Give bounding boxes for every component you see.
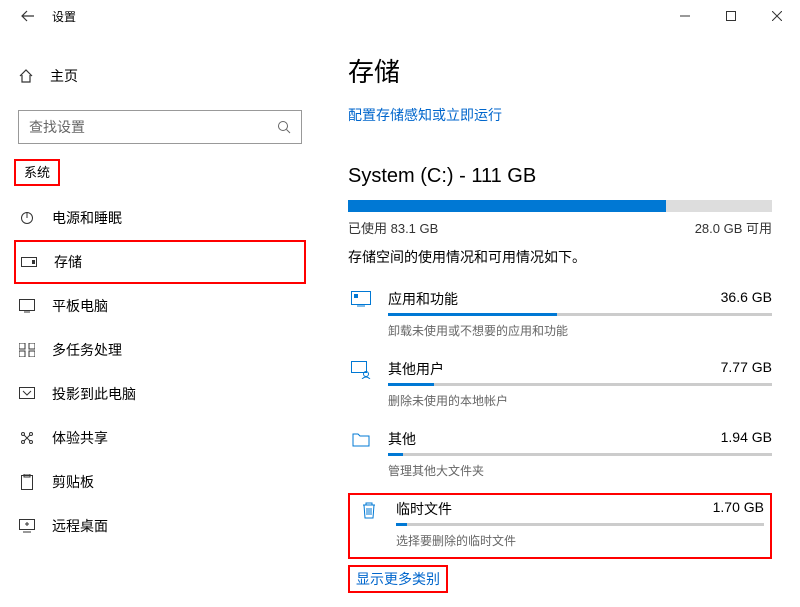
category-sub: 选择要删除的临时文件 [396, 532, 764, 549]
folder-icon [348, 429, 374, 447]
category-temp[interactable]: 临时文件 1.70 GB 选择要删除的临时文件 [356, 495, 764, 557]
category-other[interactable]: 其他 1.94 GB 管理其他大文件夹 [348, 423, 772, 493]
titlebar: 设置 [0, 0, 800, 32]
home-label: 主页 [50, 66, 78, 86]
category-size: 36.6 GB [721, 289, 772, 309]
storage-icon [20, 257, 38, 267]
category-sub: 管理其他大文件夹 [388, 462, 772, 479]
power-icon [18, 210, 36, 226]
category-other-users[interactable]: 其他用户 7.77 GB 删除未使用的本地帐户 [348, 353, 772, 423]
clipboard-icon [18, 474, 36, 490]
trash-icon [356, 499, 382, 519]
sidebar-item-label: 电源和睡眠 [52, 208, 122, 228]
close-button[interactable] [754, 0, 800, 32]
sidebar-item-label: 投影到此电脑 [52, 384, 136, 404]
apps-icon [348, 289, 374, 307]
sidebar-item-multitask[interactable]: 多任务处理 [0, 328, 320, 372]
sidebar-item-storage[interactable]: 存储 [16, 242, 304, 282]
page-title: 存储 [348, 52, 772, 89]
share-icon [18, 430, 36, 446]
category-size: 1.70 GB [713, 499, 764, 519]
sidebar-item-project[interactable]: 投影到此电脑 [0, 372, 320, 416]
category-name: 其他用户 [388, 359, 444, 379]
content: 存储 配置存储感知或立即运行 System (C:) - 111 GB 已使用 … [320, 32, 800, 607]
sidebar: 主页 查找设置 系统 电源和睡眠 存储 平板电脑 多 [0, 32, 320, 607]
show-more-link[interactable]: 显示更多类别 [356, 571, 440, 587]
maximize-button[interactable] [708, 0, 754, 32]
drive-stats: 已使用 83.1 GB 28.0 GB 可用 [348, 218, 772, 237]
remote-icon [18, 519, 36, 533]
category-sub: 删除未使用的本地帐户 [388, 392, 772, 409]
category-sub: 卸载未使用或不想要的应用和功能 [388, 322, 772, 339]
sidebar-item-power[interactable]: 电源和睡眠 [0, 196, 320, 240]
back-arrow-icon [21, 9, 35, 23]
minimize-button[interactable] [662, 0, 708, 32]
back-button[interactable] [12, 0, 44, 32]
category-size: 1.94 GB [721, 429, 772, 449]
home-icon [18, 68, 34, 84]
section-system-label: 系统 [14, 159, 60, 186]
drive-free: 28.0 GB 可用 [695, 218, 772, 237]
multitask-icon [18, 343, 36, 357]
category-name: 应用和功能 [388, 289, 458, 309]
tablet-icon [18, 299, 36, 313]
sidebar-item-label: 多任务处理 [52, 340, 122, 360]
home-nav[interactable]: 主页 [0, 56, 320, 96]
sidebar-item-clipboard[interactable]: 剪贴板 [0, 460, 320, 504]
sidebar-item-label: 平板电脑 [52, 296, 108, 316]
storage-sense-link[interactable]: 配置存储感知或立即运行 [348, 107, 502, 123]
window-title: 设置 [52, 8, 76, 25]
category-name: 其他 [388, 429, 416, 449]
search-icon [277, 120, 291, 134]
drive-usage-bar [348, 200, 772, 212]
sidebar-item-label: 体验共享 [52, 428, 108, 448]
drive-title: System (C:) - 111 GB [348, 165, 772, 188]
sidebar-item-share[interactable]: 体验共享 [0, 416, 320, 460]
sidebar-item-label: 存储 [54, 252, 82, 272]
sidebar-item-label: 剪贴板 [52, 472, 94, 492]
users-icon [348, 359, 374, 379]
drive-used: 已使用 83.1 GB [348, 218, 438, 237]
category-name: 临时文件 [396, 499, 452, 519]
category-size: 7.77 GB [721, 359, 772, 379]
category-temp-highlight: 临时文件 1.70 GB 选择要删除的临时文件 [348, 493, 772, 559]
sidebar-item-tablet[interactable]: 平板电脑 [0, 284, 320, 328]
category-apps[interactable]: 应用和功能 36.6 GB 卸载未使用或不想要的应用和功能 [348, 283, 772, 353]
search-input[interactable]: 查找设置 [18, 110, 302, 144]
drive-desc: 存储空间的使用情况和可用情况如下。 [348, 247, 772, 267]
search-placeholder: 查找设置 [29, 117, 85, 137]
sidebar-item-remote[interactable]: 远程桌面 [0, 504, 320, 548]
sidebar-item-label: 远程桌面 [52, 516, 108, 536]
window-controls [662, 0, 800, 32]
project-icon [18, 387, 36, 401]
drive-usage-fill [348, 200, 666, 212]
